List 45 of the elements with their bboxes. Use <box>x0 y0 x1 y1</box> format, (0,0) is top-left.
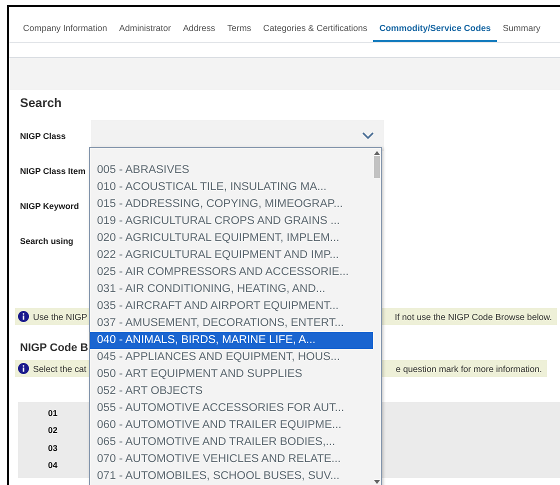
dropdown-option[interactable]: 005 - ABRASIVES <box>90 162 373 179</box>
dropdown-option[interactable]: 045 - APPLIANCES AND EQUIPMENT, HOUS... <box>90 349 373 366</box>
dropdown-option[interactable]: 010 - ACOUSTICAL TILE, INSULATING MA... <box>90 179 373 196</box>
dropdown-option[interactable]: 019 - AGRICULTURAL CROPS AND GRAINS ... <box>90 213 373 230</box>
chevron-down-icon <box>362 132 374 140</box>
field-label: Search using <box>20 236 74 246</box>
dropdown-option[interactable]: 037 - AMUSEMENT, DECORATIONS, ENTERT... <box>90 315 373 332</box>
dropdown-option[interactable]: 020 - AGRICULTURAL EQUIPMENT, IMPLEM... <box>90 230 373 247</box>
dropdown-option[interactable]: 052 - ART OBJECTS <box>90 383 373 400</box>
code-label[interactable]: 04 <box>48 457 60 475</box>
tab[interactable]: Commodity/Service Codes <box>373 19 497 42</box>
info-icon <box>18 311 29 322</box>
dropdown-option[interactable]: 060 - AUTOMOTIVE AND TRAILER EQUIPME... <box>90 417 373 434</box>
dropdown-option[interactable]: 071 - AUTOMOBILES, SCHOOL BUSES, SUV... <box>90 468 373 485</box>
section-heading: Search <box>20 96 63 110</box>
dropdown-option[interactable]: 035 - AIRCRAFT AND AIRPORT EQUIPMENT... <box>90 298 373 315</box>
info-text: e question mark for more information. <box>396 364 542 374</box>
dropdown-option[interactable]: 070 - AUTOMOTIVE VEHICLES AND RELATE... <box>90 451 373 468</box>
tab[interactable]: Terms <box>221 19 258 39</box>
dropdown-option[interactable]: 040 - ANIMALS, BIRDS, MARINE LIFE, A... <box>90 332 373 349</box>
field-label: NIGP Keyword <box>20 200 80 210</box>
tab[interactable]: Administrator <box>113 19 177 39</box>
scrollbar-thumb[interactable] <box>374 156 380 178</box>
dropdown-option[interactable]: 015 - ADDRESSING, COPYING, MIMEOGRAP... <box>90 196 373 213</box>
tab[interactable]: Summary <box>496 19 546 39</box>
code-label[interactable]: 01 <box>48 405 60 422</box>
dropdown-option[interactable]: 065 - AUTOMOTIVE AND TRAILER BODIES,... <box>90 434 373 451</box>
info-text: Use the NIGP <box>33 312 88 322</box>
dropdown-option[interactable]: 050 - ART EQUIPMENT AND SUPPLIES <box>90 366 373 383</box>
dropdown-option[interactable]: 025 - AIR COMPRESSORS AND ACCESSORIE... <box>90 264 373 281</box>
info-text: If not use the NIGP Code Browse below. <box>394 312 552 322</box>
scroll-down-icon[interactable] <box>374 480 380 484</box>
tab[interactable]: Company Information <box>17 19 114 39</box>
tab[interactable]: Address <box>176 19 222 39</box>
dropdown-option[interactable]: 031 - AIR CONDITIONING, HEATING, AND... <box>90 281 373 298</box>
code-label[interactable]: 02 <box>48 422 60 440</box>
code-label[interactable]: 03 <box>48 440 60 458</box>
section-heading: NIGP Code B <box>20 342 90 354</box>
info-icon <box>18 363 29 374</box>
field-label: NIGP Class <box>20 130 67 140</box>
dropdown-option[interactable]: 055 - AUTOMOTIVE ACCESSORIES FOR AUT... <box>90 400 373 417</box>
info-text: Select the cat <box>33 364 86 374</box>
dropdown-option[interactable]: 022 - AGRICULTURAL EQUIPMENT AND IMP... <box>90 247 373 264</box>
tab[interactable]: Categories & Certifications <box>257 19 374 39</box>
field-label: NIGP Class Item <box>20 166 87 176</box>
